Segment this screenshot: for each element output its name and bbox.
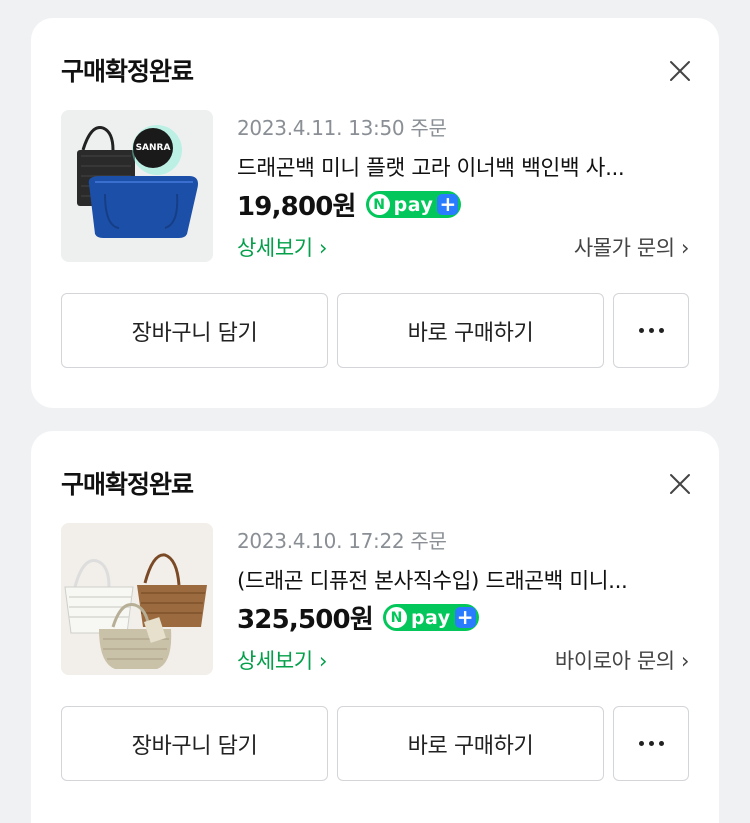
seller-inquiry-link[interactable]: 바이로아 문의 › (555, 645, 689, 675)
buy-now-button[interactable]: 바로 구매하기 (337, 706, 604, 781)
npay-n-icon: N (368, 194, 390, 215)
npay-plus-icon: + (437, 194, 459, 215)
close-icon[interactable] (669, 473, 691, 495)
close-icon[interactable] (669, 60, 691, 82)
order-date: 2023.4.10. 17:22 주문 (237, 529, 447, 553)
more-dots-icon (638, 741, 664, 746)
order-status: 구매확정완료 (61, 470, 194, 499)
npay-n-icon: N (385, 607, 407, 628)
order-status: 구매확정완료 (61, 57, 194, 86)
npay-label: pay (410, 606, 451, 629)
price-row: 19,800원 N pay + (237, 186, 462, 223)
price-row: 325,500원 N pay + (237, 599, 479, 636)
product-title[interactable]: 드래곤백 미니 플랫 고라 이너백 백인백 사... (237, 151, 677, 182)
detail-link[interactable]: 상세보기 › (237, 232, 327, 262)
product-image[interactable]: SANRA (61, 110, 213, 262)
more-options-button[interactable] (613, 706, 689, 781)
detail-link[interactable]: 상세보기 › (237, 645, 327, 675)
npay-label: pay (393, 193, 434, 216)
order-card-1: 구매확정완료 SANRA 2023.4.11. 13:50 주문 드래곤백 미니… (31, 18, 719, 408)
more-options-button[interactable] (613, 293, 689, 368)
product-image[interactable] (61, 523, 213, 675)
buy-now-button[interactable]: 바로 구매하기 (337, 293, 604, 368)
npay-badge: N pay + (382, 604, 479, 631)
add-to-cart-button[interactable]: 장바구니 담기 (61, 293, 328, 368)
product-price: 325,500원 (237, 605, 374, 635)
add-to-cart-button[interactable]: 장바구니 담기 (61, 706, 328, 781)
more-dots-icon (638, 328, 664, 333)
npay-badge: N pay + (365, 191, 462, 218)
order-date: 2023.4.11. 13:50 주문 (237, 116, 447, 140)
order-card-2: 구매확정완료 2023.4.10. 17:22 주문 (드래곤 디퓨전 본사직수… (31, 431, 719, 823)
product-title[interactable]: (드래곤 디퓨전 본사직수입) 드래곤백 미니... (237, 564, 677, 595)
brand-logo-text: SANRA (136, 143, 171, 153)
seller-inquiry-link[interactable]: 사몰가 문의 › (574, 232, 690, 262)
product-price: 19,800원 (237, 192, 356, 222)
npay-plus-icon: + (454, 607, 476, 628)
